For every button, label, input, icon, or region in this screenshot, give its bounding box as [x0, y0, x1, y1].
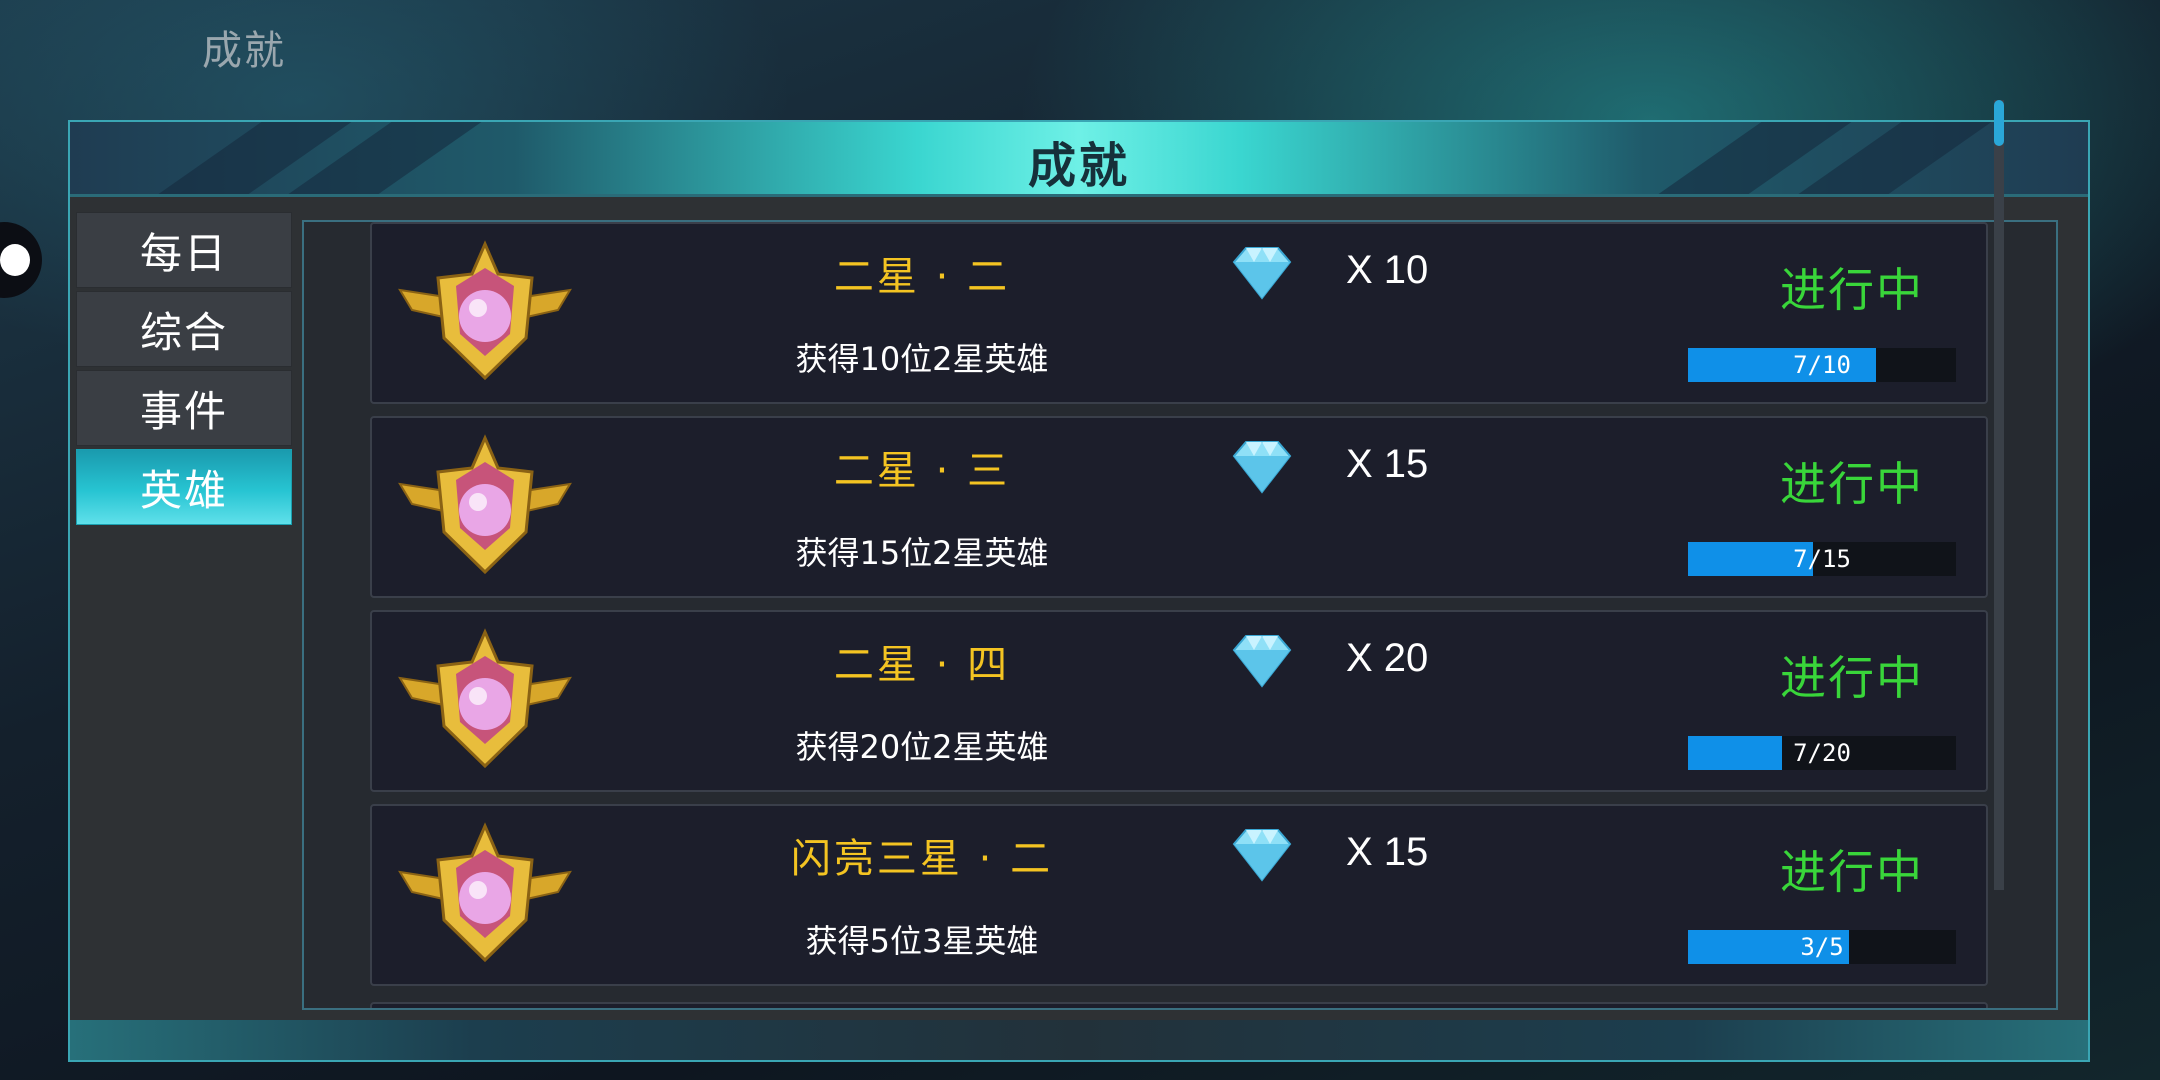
progress-text: 3/5 — [1800, 933, 1844, 961]
achievement-description: 获得20位2星英雄 — [795, 728, 1049, 766]
tab-daily[interactable]: 每日 — [76, 212, 292, 288]
achievement-description: 获得5位3星英雄 — [805, 922, 1039, 960]
reward-count: X 10 — [1346, 248, 1429, 292]
medal-icon — [398, 434, 572, 575]
scrollbar-track[interactable] — [1994, 100, 2004, 890]
tab-events[interactable]: 事件 — [76, 370, 292, 446]
achievement-name: 二星 · 二 — [833, 254, 1011, 300]
achievement-window: 成就 每日 综合 事件 英雄 二星 · 二 获得10位2星英雄 X 10 进行中… — [68, 120, 2090, 1062]
status-label: 进行中 — [1780, 845, 1924, 899]
window-title: 成就 — [1027, 138, 1130, 194]
reward-count: X 15 — [1346, 830, 1429, 874]
tab-label: 综合 — [139, 307, 228, 357]
tab-label: 每日 — [139, 228, 228, 278]
status-label: 进行中 — [1780, 651, 1924, 705]
list-item: 二星 · 四 获得20位2星英雄 X 20 进行中 7/20 — [370, 610, 1988, 792]
progress-bar: 3/5 — [1688, 930, 1956, 964]
tab-label: 英雄 — [139, 465, 228, 515]
achievement-name: 二星 · 四 — [833, 642, 1011, 688]
progress-bar: 7/10 — [1688, 348, 1956, 382]
reward-count: X 20 — [1346, 636, 1429, 680]
progress-text: 7/20 — [1793, 739, 1851, 767]
achievement-name: 闪亮三星 · 二 — [790, 836, 1054, 882]
scrollbar-thumb[interactable] — [1994, 100, 2004, 146]
list-item: 二星 · 二 获得10位2星英雄 X 10 进行中 7/10 — [370, 222, 1988, 404]
reward-count: X 15 — [1346, 442, 1429, 486]
status-label: 进行中 — [1780, 457, 1924, 511]
category-sidebar: 每日 综合 事件 英雄 — [76, 212, 292, 528]
page-title: 成就 — [202, 28, 286, 74]
window-header: 成就 — [70, 122, 2088, 197]
progress-text: 7/15 — [1793, 545, 1851, 573]
side-handle[interactable] — [0, 222, 42, 298]
medal-icon — [398, 240, 572, 381]
achievement-list[interactable]: 二星 · 二 获得10位2星英雄 X 10 进行中 7/10 二星 · 三 获得… — [302, 220, 2058, 1010]
diamond-icon — [1232, 829, 1292, 882]
tab-label: 事件 — [139, 386, 228, 436]
achievement-name: 二星 · 三 — [833, 448, 1011, 494]
medal-icon — [398, 628, 572, 769]
list-item: 二星 · 三 获得15位2星英雄 X 15 进行中 7/15 — [370, 416, 1988, 598]
status-label: 进行中 — [1780, 263, 1924, 317]
window-bottom-trim — [70, 1020, 2088, 1060]
achievement-description: 获得15位2星英雄 — [795, 534, 1049, 572]
medal-icon — [398, 822, 572, 963]
tab-general[interactable]: 综合 — [76, 291, 292, 367]
diamond-icon — [1232, 247, 1292, 300]
diamond-icon — [1232, 635, 1292, 688]
progress-text: 7/10 — [1793, 351, 1851, 379]
achievement-description: 获得10位2星英雄 — [795, 340, 1049, 378]
list-item-partial — [370, 1002, 1988, 1008]
progress-bar: 7/20 — [1688, 736, 1956, 770]
list-item: 闪亮三星 · 二 获得5位3星英雄 X 15 进行中 3/5 — [370, 804, 1988, 986]
tab-heroes[interactable]: 英雄 — [76, 449, 292, 525]
progress-bar: 7/15 — [1688, 542, 1956, 576]
diamond-icon — [1232, 441, 1292, 494]
